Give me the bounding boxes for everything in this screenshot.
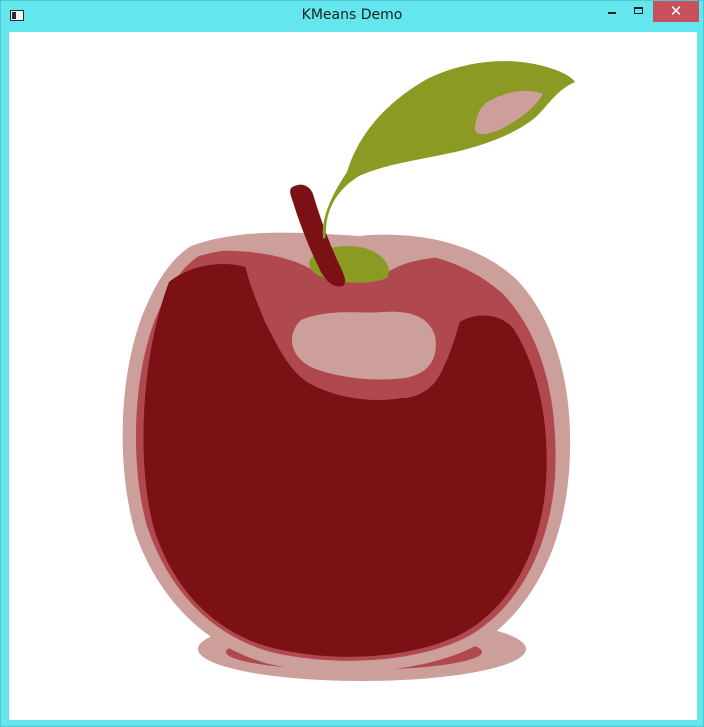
maximize-button[interactable] xyxy=(625,1,652,22)
minimize-button[interactable] xyxy=(598,1,625,22)
close-icon: ✕ xyxy=(669,2,683,20)
image-canvas xyxy=(9,32,697,720)
app-window: KMeans Demo ✕ xyxy=(0,0,704,727)
minimize-icon xyxy=(608,12,616,14)
title-bar[interactable]: KMeans Demo ✕ xyxy=(1,1,703,31)
apple-leaf xyxy=(322,61,575,239)
segmented-apple-image xyxy=(122,61,575,681)
maximize-icon xyxy=(634,7,643,14)
close-button[interactable]: ✕ xyxy=(653,1,699,22)
